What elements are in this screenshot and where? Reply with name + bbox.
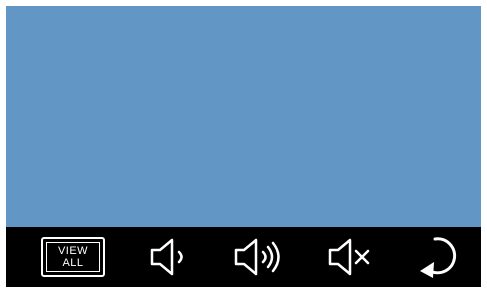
view-all-button[interactable]: VIEW ALL xyxy=(39,227,109,287)
volume-down-icon xyxy=(150,238,183,276)
volume-down-button[interactable] xyxy=(146,227,190,287)
volume-up-button[interactable] xyxy=(230,227,290,287)
control-bar: VIEW ALL xyxy=(6,227,481,287)
volume-up-icon xyxy=(234,238,280,276)
mute-icon xyxy=(328,238,370,276)
view-all-icon: VIEW ALL xyxy=(41,237,105,277)
view-all-label-line2: ALL xyxy=(62,257,84,269)
back-arrow-icon xyxy=(420,237,457,278)
mute-button[interactable] xyxy=(324,227,378,287)
video-area[interactable] xyxy=(6,6,481,227)
player-frame: VIEW ALL xyxy=(6,6,481,287)
view-all-label-line1: VIEW xyxy=(57,245,89,257)
back-button[interactable] xyxy=(408,227,464,287)
